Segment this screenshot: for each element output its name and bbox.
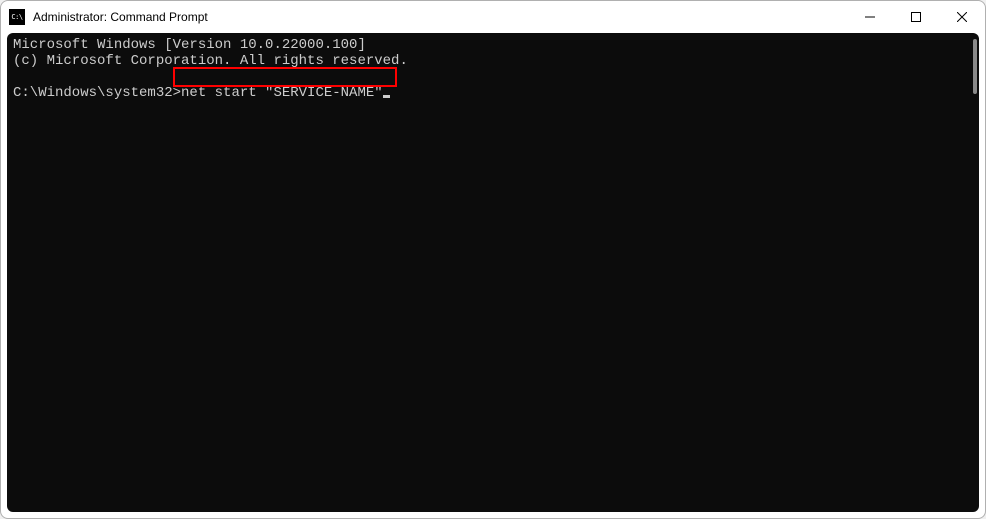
copyright-line: (c) Microsoft Corporation. All rights re… bbox=[13, 53, 408, 69]
command-text: net start "SERVICE-NAME" bbox=[181, 85, 383, 101]
window-title: Administrator: Command Prompt bbox=[33, 10, 208, 24]
titlebar[interactable]: C:\ Administrator: Command Prompt bbox=[1, 1, 985, 33]
close-button[interactable] bbox=[939, 1, 985, 33]
cmd-icon: C:\ bbox=[9, 9, 25, 25]
text-cursor bbox=[383, 95, 390, 98]
minimize-button[interactable] bbox=[847, 1, 893, 33]
command-prompt-window: C:\ Administrator: Command Prompt Micros… bbox=[0, 0, 986, 519]
maximize-button[interactable] bbox=[893, 1, 939, 33]
terminal-client-area: Microsoft Windows [Version 10.0.22000.10… bbox=[7, 33, 979, 512]
vertical-scrollbar[interactable] bbox=[965, 33, 979, 512]
prompt-text: C:\Windows\system32> bbox=[13, 85, 181, 101]
scrollbar-thumb[interactable] bbox=[973, 39, 977, 94]
version-line: Microsoft Windows [Version 10.0.22000.10… bbox=[13, 37, 366, 53]
terminal-output[interactable]: Microsoft Windows [Version 10.0.22000.10… bbox=[7, 33, 965, 512]
